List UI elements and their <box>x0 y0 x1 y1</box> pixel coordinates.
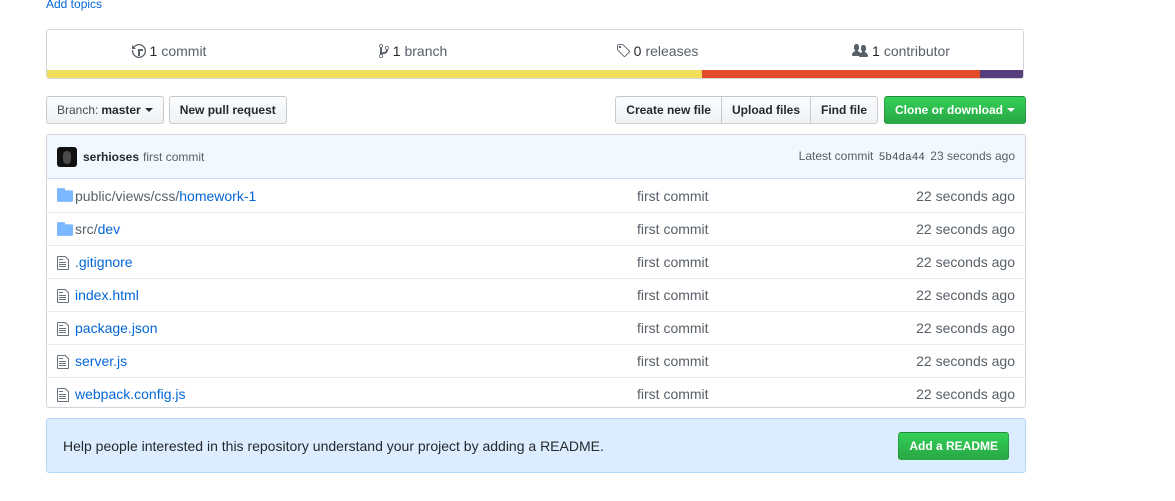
file-navigation: Branch: master New pull request Create n… <box>46 96 1026 124</box>
commit-author-link[interactable]: serhioses <box>83 150 139 164</box>
clone-or-download-button[interactable]: Clone or download <box>884 96 1026 124</box>
repo-summary: 1 commit 1 branch 0 releases 1 contribut… <box>46 29 1024 79</box>
file-age: 22 seconds ago <box>916 386 1015 402</box>
folder-icon <box>57 222 73 236</box>
file-name-link[interactable]: .gitignore <box>75 254 133 270</box>
table-row: package.json first commit 22 seconds ago <box>47 311 1025 344</box>
new-pull-request-button[interactable]: New pull request <box>168 96 287 124</box>
table-row: server.js first commit 22 seconds ago <box>47 344 1025 377</box>
commit-count: 1 <box>149 42 158 59</box>
contributors-summary[interactable]: 1 contributor <box>779 30 1023 71</box>
file-age: 22 seconds ago <box>916 187 1015 204</box>
releases-summary[interactable]: 0 releases <box>535 30 779 71</box>
file-age: 22 seconds ago <box>916 287 1015 303</box>
file-name: index.html <box>75 287 139 303</box>
file-name-link[interactable]: webpack.config.js <box>75 386 186 402</box>
table-row: webpack.config.js first commit 22 seconds … <box>47 377 1025 407</box>
file-name-link[interactable]: index.html <box>75 287 139 303</box>
table-row: public/views/css/homework-1 first commit 2… <box>47 179 1025 212</box>
people-icon <box>852 43 869 57</box>
file-actions-group: Create new file Upload files Find file <box>615 96 878 124</box>
contributor-label: contributor <box>883 42 950 59</box>
language-bar-segment[interactable] <box>701 70 981 78</box>
file-commit-message-link[interactable]: first commit <box>637 386 709 402</box>
file-name-link[interactable]: package.json <box>75 320 158 336</box>
file-name: .gitignore <box>75 254 133 270</box>
create-new-file-button[interactable]: Create new file <box>615 96 722 124</box>
branch-name: master <box>101 103 141 117</box>
file-commit-message-link[interactable]: first commit <box>637 353 709 369</box>
file-age: 22 seconds ago <box>916 221 1015 237</box>
caret-down-icon <box>144 108 153 112</box>
avatar[interactable] <box>57 146 77 167</box>
branches-summary[interactable]: 1 branch <box>291 30 535 71</box>
tag-icon <box>616 43 630 57</box>
find-file-button[interactable]: Find file <box>810 96 878 124</box>
file-path-prefix: src/ <box>75 221 98 237</box>
branch-count: 1 <box>392 42 401 59</box>
file-commit-message-link[interactable]: first commit <box>637 287 709 303</box>
file-commit-message-link[interactable]: first commit <box>637 254 709 270</box>
table-row: .gitignore first commit 22 seconds ago <box>47 245 1025 278</box>
branch-prefix: Branch: <box>57 103 99 117</box>
file-commit-message-link[interactable]: first commit <box>637 320 709 336</box>
commit-sha-link[interactable]: 5b4da44 <box>879 152 925 164</box>
file-commit-message-link[interactable]: first commit <box>637 221 709 237</box>
upload-files-button[interactable]: Upload files <box>720 96 811 124</box>
file-icon <box>57 321 73 336</box>
caret-down-icon <box>1007 108 1015 112</box>
file-name: server.js <box>75 353 128 369</box>
readme-prompt-text: Help people interested in this repositor… <box>63 438 604 454</box>
file-icon <box>57 288 73 303</box>
file-icon <box>57 255 73 270</box>
language-bar[interactable] <box>47 70 1023 78</box>
file-age: 22 seconds ago <box>916 254 1015 270</box>
table-row: index.html first commit 22 seconds ago <box>47 278 1025 311</box>
language-bar-segment[interactable] <box>47 70 702 78</box>
add-topics-link[interactable]: Add topics <box>46 0 102 11</box>
latest-commit-label: Latest commit <box>798 149 874 163</box>
branch-select-button[interactable]: Branch: master <box>46 96 164 124</box>
file-name: webpack.config.js <box>75 386 186 402</box>
file-name: homework-1 <box>179 187 257 204</box>
latest-commit: Latest commit 5b4da44 23 seconds ago <box>799 149 1015 164</box>
file-name-link[interactable]: src/dev <box>75 221 120 237</box>
file-name-link[interactable]: public/views/css/homework-1 <box>75 188 256 204</box>
file-list: serhioses first commit Latest commit 5b4… <box>46 134 1026 408</box>
latest-commit-time: 23 seconds ago <box>930 149 1015 163</box>
file-name: package.json <box>75 320 158 336</box>
history-icon <box>131 43 146 58</box>
file-age: 22 seconds ago <box>916 353 1015 369</box>
file-name-link[interactable]: server.js <box>75 353 127 369</box>
readme-prompt: Help people interested in this repositor… <box>46 418 1026 473</box>
branch-icon <box>378 43 389 58</box>
commit-tease: serhioses first commit Latest commit 5b4… <box>47 135 1025 179</box>
file-path-prefix: public/views/css/ <box>75 187 180 204</box>
file-age: 22 seconds ago <box>916 320 1015 336</box>
table-row: src/dev first commit 22 seconds ago <box>47 212 1025 245</box>
file-name: dev <box>97 221 121 237</box>
commits-summary[interactable]: 1 commit <box>47 30 291 71</box>
file-icon <box>57 354 73 369</box>
commit-message-link[interactable]: first commit <box>143 150 204 164</box>
branch-label: branch <box>404 42 448 59</box>
release-label: releases <box>645 42 699 59</box>
folder-icon <box>57 188 73 202</box>
file-commit-message-link[interactable]: first commit <box>637 188 709 204</box>
release-count: 0 <box>633 42 642 59</box>
contributor-count: 1 <box>872 42 880 59</box>
add-readme-button[interactable]: Add a README <box>898 432 1009 460</box>
language-bar-segment[interactable] <box>980 70 1023 78</box>
file-icon <box>57 387 73 402</box>
commit-label: commit <box>161 42 207 59</box>
clone-label: Clone or download <box>895 103 1003 117</box>
